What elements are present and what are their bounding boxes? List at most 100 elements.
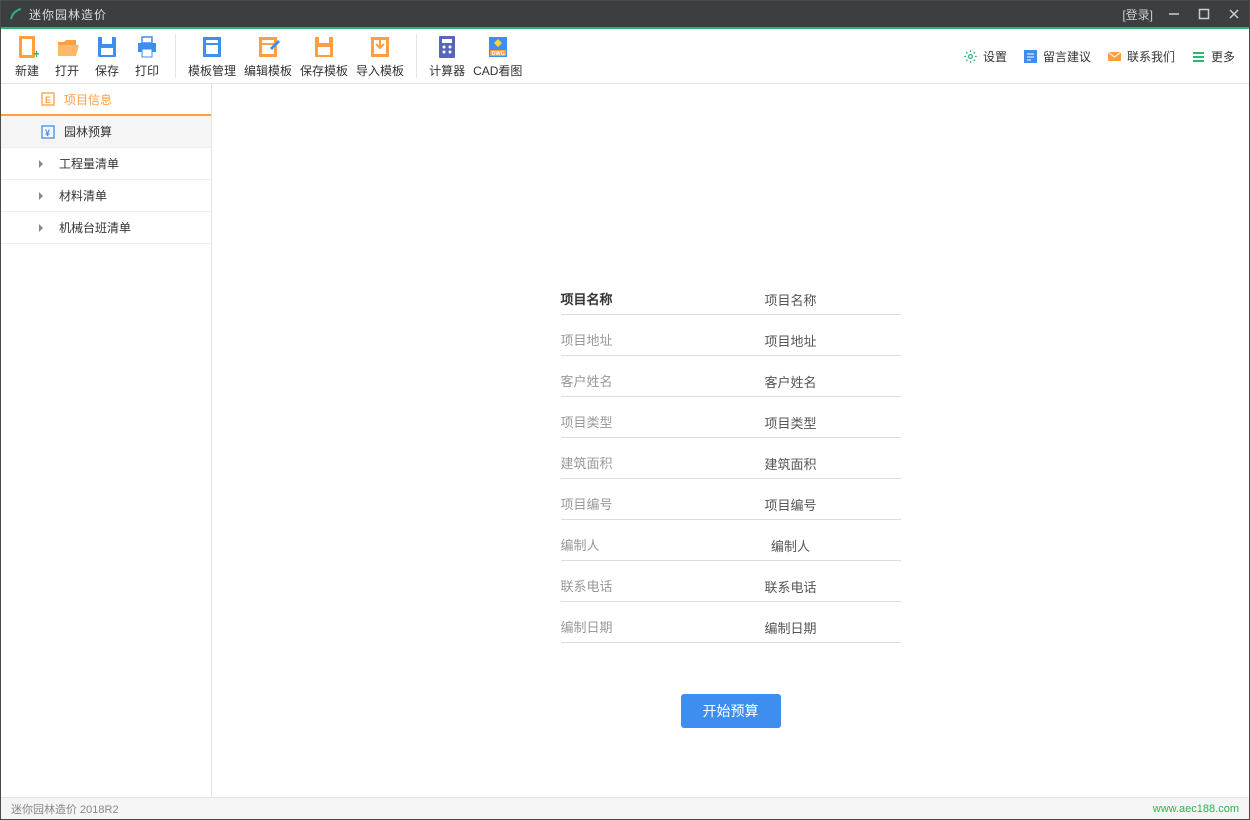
template-import-label: 导入模板 [356, 62, 404, 79]
login-link[interactable]: [登录] [1122, 6, 1153, 23]
field-label: 项目地址 [561, 330, 681, 355]
sidebar-item-garden-budget[interactable]: ¥ 园林预算 [1, 116, 211, 148]
new-label: 新建 [15, 62, 39, 79]
more-lines-icon [1191, 49, 1206, 64]
print-button[interactable]: 打印 [127, 31, 167, 81]
template-import-icon [368, 33, 392, 60]
template-import-button[interactable]: 导入模板 [352, 31, 408, 81]
build-area-input[interactable] [681, 457, 901, 478]
yen-icon: ¥ [41, 125, 55, 139]
contact-button[interactable]: 联系我们 [1099, 41, 1183, 71]
calculator-button[interactable]: 计算器 [425, 31, 469, 81]
form-row-prepared-by: 编制人 [561, 520, 901, 561]
prepared-by-input[interactable] [681, 539, 901, 560]
project-name-input[interactable] [681, 293, 901, 314]
template-edit-button[interactable]: 编辑模板 [240, 31, 296, 81]
toolbar-group-tools: 计算器 DWG CAD看图 [425, 31, 526, 81]
template-manage-icon [200, 33, 224, 60]
main-toolbar: + 新建 打开 保存 打印 模板管理 编辑模 [1, 29, 1249, 84]
field-label: 项目名称 [561, 289, 681, 314]
field-label: 客户姓名 [561, 371, 681, 396]
app-window: 迷你园林造价 [登录] + 新建 打开 保存 打印 [0, 0, 1250, 820]
template-manage-button[interactable]: 模板管理 [184, 31, 240, 81]
project-info-form: 项目名称 项目地址 客户姓名 项目类型 建筑面积 [561, 274, 901, 643]
sidebar-item-label: 机械台班清单 [51, 219, 131, 236]
project-no-input[interactable] [681, 498, 901, 519]
version-text: 迷你园林造价 2018R2 [11, 801, 119, 817]
expand-triangle-icon [39, 224, 43, 232]
field-label: 编制日期 [561, 617, 681, 642]
doc-e-icon: E [41, 92, 55, 106]
sidebar-item-quantity-list[interactable]: 工程量清单 [1, 148, 211, 180]
minimize-button[interactable] [1159, 1, 1189, 27]
gear-icon [963, 49, 978, 64]
contact-label: 联系我们 [1127, 48, 1175, 65]
toolbar-group-template: 模板管理 编辑模板 保存模板 导入模板 [184, 31, 408, 81]
form-row-project-no: 项目编号 [561, 479, 901, 520]
maximize-button[interactable] [1189, 1, 1219, 27]
start-budget-button[interactable]: 开始预算 [681, 694, 781, 728]
expand-triangle-icon [39, 160, 43, 168]
field-label: 项目类型 [561, 412, 681, 437]
new-button[interactable]: + 新建 [7, 31, 47, 81]
save-label: 保存 [95, 62, 119, 79]
feedback-button[interactable]: 留言建议 [1015, 41, 1099, 71]
settings-button[interactable]: 设置 [955, 41, 1015, 71]
field-label: 建筑面积 [561, 453, 681, 478]
printer-icon [135, 33, 159, 60]
mail-icon [1107, 49, 1122, 64]
status-bar: 迷你园林造价 2018R2 www.aec188.com [1, 797, 1249, 819]
form-row-prepare-date: 编制日期 [561, 602, 901, 643]
template-save-button[interactable]: 保存模板 [296, 31, 352, 81]
sidebar-item-label: 材料清单 [51, 187, 107, 204]
settings-label: 设置 [983, 48, 1007, 65]
client-name-input[interactable] [681, 375, 901, 396]
sidebar-item-label: 工程量清单 [51, 155, 119, 172]
app-title: 迷你园林造价 [29, 6, 1122, 23]
sidebar-item-material-list[interactable]: 材料清单 [1, 180, 211, 212]
toolbar-separator [416, 34, 417, 78]
prepare-date-input[interactable] [681, 621, 901, 642]
sidebar: E 项目信息 ¥ 园林预算 工程量清单 材料清单 机械台班清单 [1, 84, 212, 797]
sidebar-item-project-info[interactable]: E 项目信息 [1, 84, 211, 116]
phone-input[interactable] [681, 580, 901, 601]
save-button[interactable]: 保存 [87, 31, 127, 81]
template-edit-label: 编辑模板 [244, 62, 292, 79]
more-label: 更多 [1211, 48, 1235, 65]
form-row-project-address: 项目地址 [561, 315, 901, 356]
field-label: 项目编号 [561, 494, 681, 519]
project-type-input[interactable] [681, 416, 901, 437]
calculator-icon [435, 33, 459, 60]
template-save-label: 保存模板 [300, 62, 348, 79]
more-button[interactable]: 更多 [1183, 41, 1243, 71]
website-link[interactable]: www.aec188.com [1153, 803, 1239, 815]
cad-view-button[interactable]: DWG CAD看图 [469, 31, 526, 81]
feedback-label: 留言建议 [1043, 48, 1091, 65]
form-row-build-area: 建筑面积 [561, 438, 901, 479]
sidebar-item-label: 项目信息 [64, 91, 112, 108]
toolbar-separator [175, 34, 176, 78]
form-row-project-type: 项目类型 [561, 397, 901, 438]
cad-view-label: CAD看图 [473, 62, 522, 79]
expand-triangle-icon [39, 192, 43, 200]
sidebar-item-label: 园林预算 [64, 123, 112, 140]
open-label: 打开 [55, 62, 79, 79]
template-save-icon [312, 33, 336, 60]
form-row-project-name: 项目名称 [561, 274, 901, 315]
svg-text:¥: ¥ [45, 128, 50, 138]
svg-text:E: E [45, 95, 51, 105]
toolbar-group-file: + 新建 打开 保存 打印 [7, 31, 167, 81]
calculator-label: 计算器 [429, 62, 465, 79]
sidebar-item-machine-list[interactable]: 机械台班清单 [1, 212, 211, 244]
cad-dwg-icon: DWG [486, 33, 510, 60]
new-file-icon: + [15, 33, 39, 60]
close-button[interactable] [1219, 1, 1249, 27]
project-address-input[interactable] [681, 334, 901, 355]
title-bar: 迷你园林造价 [登录] [1, 1, 1249, 27]
open-button[interactable]: 打开 [47, 31, 87, 81]
save-disk-icon [95, 33, 119, 60]
app-body: E 项目信息 ¥ 园林预算 工程量清单 材料清单 机械台班清单 [1, 84, 1249, 797]
form-row-client-name: 客户姓名 [561, 356, 901, 397]
template-manage-label: 模板管理 [188, 62, 236, 79]
open-folder-icon [55, 33, 79, 60]
